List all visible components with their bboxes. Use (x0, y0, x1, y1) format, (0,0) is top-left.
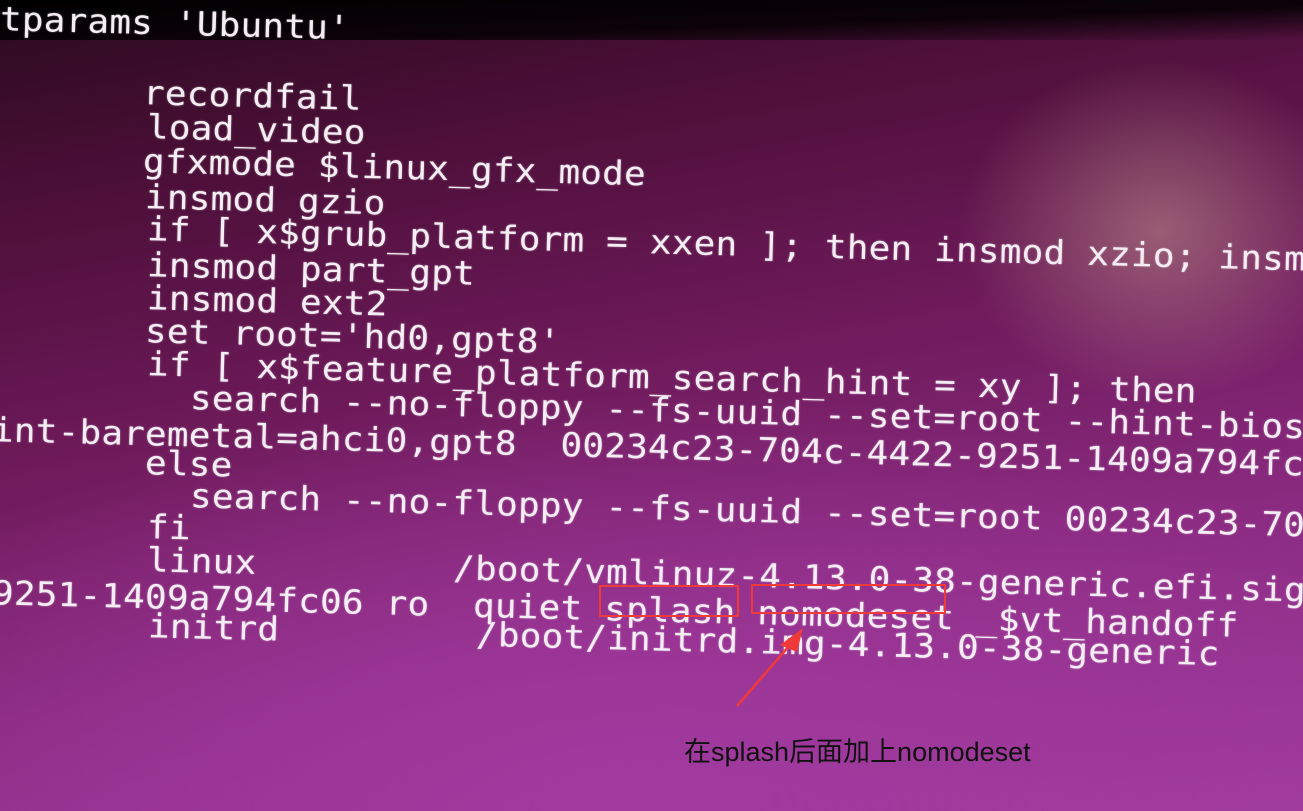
annotation-text: 在splash后面加上nomodeset (684, 737, 1031, 767)
arrow-icon (736, 628, 803, 707)
